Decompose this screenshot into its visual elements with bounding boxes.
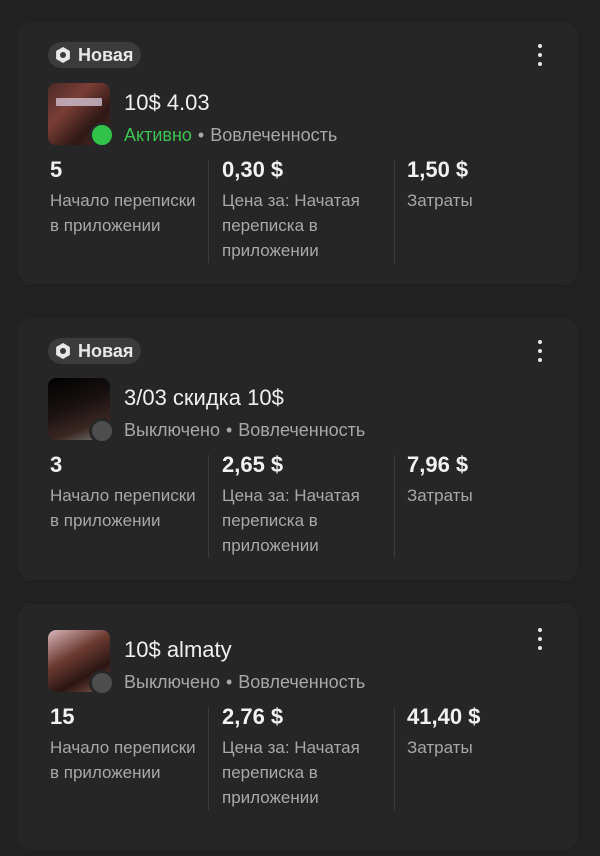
- metric-label: Начало переписки в приложении: [50, 738, 196, 782]
- metric-label: Затраты: [407, 738, 473, 757]
- metric-label: Цена за: Начатая переписка в приложении: [222, 191, 360, 260]
- more-options-button[interactable]: [532, 340, 548, 362]
- status-line: Активно • Вовлеченность: [124, 125, 337, 146]
- status-text: Активно: [124, 125, 192, 145]
- campaign-title[interactable]: 10$ 4.03: [124, 90, 210, 116]
- metric-spend: 7,96 $ Затраты: [394, 452, 567, 558]
- metric-results: 15 Начало переписки в приложении: [50, 704, 208, 810]
- campaign-card[interactable]: Новая 3/03 скидка 10$ Выключено • Вовлечен…: [18, 318, 578, 580]
- status-text: Выключено: [124, 420, 220, 440]
- more-vertical-icon: [538, 628, 542, 632]
- objective-text: Вовлеченность: [210, 125, 338, 145]
- campaign-title[interactable]: 10$ almaty: [124, 637, 232, 663]
- metric-value: 41,40 $: [407, 704, 481, 729]
- more-vertical-icon: [538, 340, 542, 344]
- status-dot-inactive: [89, 670, 115, 696]
- more-vertical-icon: [538, 44, 542, 48]
- new-badge: Новая: [48, 42, 142, 68]
- metric-label: Начало переписки в приложении: [50, 191, 196, 235]
- more-options-button[interactable]: [532, 44, 548, 66]
- metric-value: 1,50 $: [407, 157, 469, 182]
- campaign-card[interactable]: 10$ almaty Выключено • Вовлеченность 15 На…: [18, 604, 578, 850]
- status-dot-active: [89, 122, 115, 148]
- metric-label: Цена за: Начатая переписка в приложении: [222, 486, 360, 555]
- separator: •: [225, 672, 233, 692]
- metric-cost-per-result: 2,76 $ Цена за: Начатая переписка в прил…: [208, 704, 394, 810]
- campaign-title[interactable]: 3/03 скидка 10$: [124, 385, 284, 411]
- metric-cost-per-result: 0,30 $ Цена за: Начатая переписка в прил…: [208, 157, 394, 263]
- metric-results: 5 Начало переписки в приложении: [50, 157, 208, 263]
- metric-label: Цена за: Начатая переписка в приложении: [222, 738, 360, 807]
- metric-value: 15: [50, 704, 75, 729]
- metric-label: Затраты: [407, 486, 473, 505]
- metric-cost-per-result: 2,65 $ Цена за: Начатая переписка в прил…: [208, 452, 394, 558]
- metrics-row: 15 Начало переписки в приложении 2,76 $ …: [50, 704, 570, 810]
- metric-spend: 1,50 $ Затраты: [394, 157, 567, 263]
- more-options-button[interactable]: [532, 628, 548, 650]
- metric-value: 7,96 $: [407, 452, 469, 477]
- objective-text: Вовлеченность: [238, 672, 366, 692]
- objective-text: Вовлеченность: [238, 420, 366, 440]
- metrics-row: 5 Начало переписки в приложении 0,30 $ Ц…: [50, 157, 570, 263]
- metric-value: 3: [50, 452, 63, 477]
- badge-label: Новая: [78, 340, 134, 361]
- metric-value: 2,65 $: [222, 452, 284, 477]
- campaign-card[interactable]: Новая 10$ 4.03 Активно • Вовлеченность 5 Н…: [18, 22, 578, 284]
- status-line: Выключено • Вовлеченность: [124, 672, 365, 693]
- metric-value: 5: [50, 157, 63, 182]
- status-dot-inactive: [89, 418, 115, 444]
- separator: •: [225, 420, 233, 440]
- status-text: Выключено: [124, 672, 220, 692]
- status-line: Выключено • Вовлеченность: [124, 420, 365, 441]
- metric-value: 2,76 $: [222, 704, 284, 729]
- metric-label: Затраты: [407, 191, 473, 210]
- gear-icon: [56, 343, 70, 359]
- badge-label: Новая: [78, 44, 134, 65]
- metric-results: 3 Начало переписки в приложении: [50, 452, 208, 558]
- gear-icon: [56, 47, 70, 63]
- metric-label: Начало переписки в приложении: [50, 486, 196, 530]
- new-badge: Новая: [48, 338, 142, 364]
- metric-value: 0,30 $: [222, 157, 284, 182]
- metrics-row: 3 Начало переписки в приложении 2,65 $ Ц…: [50, 452, 570, 558]
- separator: •: [197, 125, 205, 145]
- metric-spend: 41,40 $ Затраты: [394, 704, 567, 810]
